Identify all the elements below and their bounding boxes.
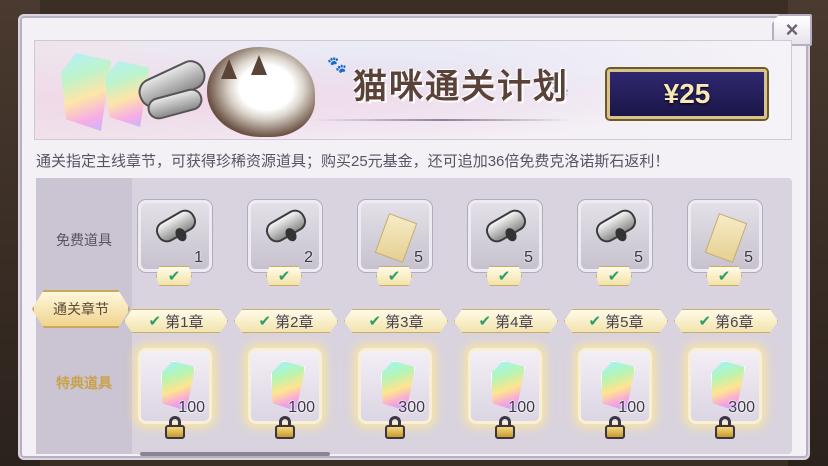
crystal-art-icon xyxy=(61,53,111,131)
lock-icon xyxy=(714,416,736,440)
header-banner: 🐾 🐾 猫咪通关计划 ¥25 xyxy=(34,40,792,140)
item-count: 100 xyxy=(508,399,535,416)
check-icon: ✔ xyxy=(478,313,492,330)
chapter-tab: ✔ 第6章 xyxy=(674,309,778,333)
chapter-tab: ✔ 第5章 xyxy=(564,309,668,333)
purchase-button[interactable]: ¥25 xyxy=(607,69,767,119)
special-item-card[interactable]: 300 xyxy=(358,348,432,424)
check-icon: ✔ xyxy=(706,266,742,286)
lock-icon xyxy=(164,416,186,440)
item-count: 100 xyxy=(178,399,205,416)
scroll-icon xyxy=(482,205,530,247)
check-icon: ✔ xyxy=(596,266,632,286)
check-icon: ✔ xyxy=(588,313,602,330)
paw-icon: 🐾 xyxy=(327,57,347,74)
check-icon: ✔ xyxy=(258,313,272,330)
special-item-card[interactable]: 100 xyxy=(138,348,212,424)
chapter-tab: ✔ 第1章 xyxy=(124,309,228,333)
chapter-row-label-text: 通关章节 xyxy=(53,301,109,317)
check-icon: ✔ xyxy=(698,313,712,330)
free-item-card[interactable]: 5 xyxy=(468,200,542,272)
item-count: 5 xyxy=(524,249,533,266)
lock-icon xyxy=(274,416,296,440)
chapter-label: 第4章 xyxy=(495,313,534,331)
chapter-row-label: 通关章节 xyxy=(32,290,130,328)
item-count: 300 xyxy=(728,399,755,416)
chapter-tab: ✔ 第2章 xyxy=(234,309,338,333)
chapter-tab: ✔ 第3章 xyxy=(344,309,448,333)
check-icon: ✔ xyxy=(148,313,162,330)
description-text: 通关指定主线章节，可获得珍稀资源道具；购买25元基金，还可追加36倍免费克洛诺斯… xyxy=(36,153,670,170)
chapter-label: 第6章 xyxy=(715,313,754,331)
free-item-card[interactable]: 2 xyxy=(248,200,322,272)
free-item-card[interactable]: 5 xyxy=(578,200,652,272)
check-icon: ✔ xyxy=(368,313,382,330)
lock-icon xyxy=(494,416,516,440)
lock-icon xyxy=(384,416,406,440)
chapter-label: 第1章 xyxy=(165,313,204,331)
chapter-tab: ✔ 第4章 xyxy=(454,309,558,333)
item-count: 100 xyxy=(618,399,645,416)
special-item-card[interactable]: 100 xyxy=(468,348,542,424)
ticket-icon xyxy=(374,213,418,263)
item-count: 5 xyxy=(634,249,643,266)
item-count: 5 xyxy=(744,249,753,266)
item-count: 2 xyxy=(304,249,313,266)
scroll-icon xyxy=(152,205,200,247)
page-title: 猫咪通关计划 xyxy=(353,67,569,107)
item-count: 300 xyxy=(398,399,425,416)
special-items-label: 特典道具 xyxy=(56,375,112,391)
free-items-label: 免费道具 xyxy=(56,232,112,248)
special-item-card[interactable]: 300 xyxy=(688,348,762,424)
check-icon: ✔ xyxy=(376,266,412,286)
item-count: 100 xyxy=(288,399,315,416)
title-underline xyxy=(313,119,573,121)
chapter-label: 第2章 xyxy=(275,313,314,331)
special-item-card[interactable]: 100 xyxy=(578,348,652,424)
ticket-icon xyxy=(704,213,748,263)
scroll-indicator[interactable] xyxy=(140,452,330,456)
lock-icon xyxy=(604,416,626,440)
item-count: 1 xyxy=(194,249,203,266)
special-item-card[interactable]: 100 xyxy=(248,348,322,424)
check-icon: ✔ xyxy=(266,266,302,286)
item-count: 5 xyxy=(414,249,423,266)
check-icon: ✔ xyxy=(156,266,192,286)
scroll-icon xyxy=(262,205,310,247)
check-icon: ✔ xyxy=(486,266,522,286)
free-item-card[interactable]: 5 xyxy=(358,200,432,272)
free-item-card[interactable]: 5 xyxy=(688,200,762,272)
chapter-label: 第3章 xyxy=(385,313,424,331)
scroll-icon xyxy=(592,205,640,247)
chapter-label: 第5章 xyxy=(605,313,644,331)
free-item-card[interactable]: 1 xyxy=(138,200,212,272)
